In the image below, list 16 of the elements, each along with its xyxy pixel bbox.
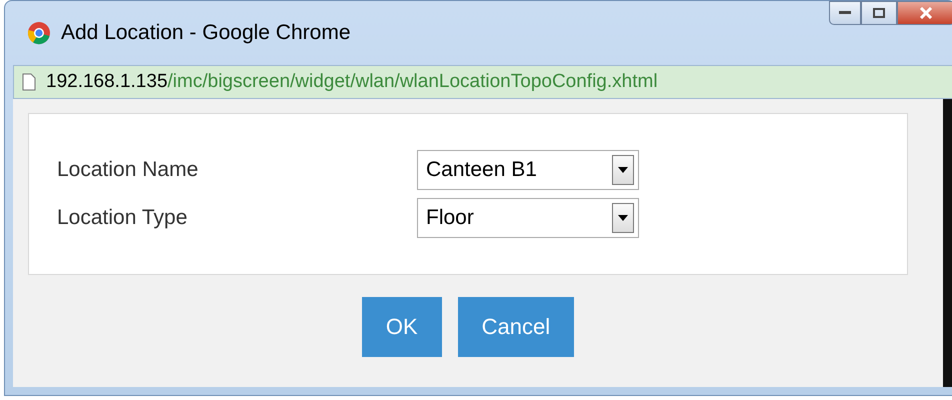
close-icon xyxy=(919,7,933,19)
maximize-icon xyxy=(873,8,885,18)
field-label: Location Name xyxy=(57,158,200,182)
maximize-button[interactable] xyxy=(861,1,897,25)
minimize-button[interactable] xyxy=(829,1,861,25)
window-title: Add Location - Google Chrome xyxy=(61,21,350,45)
caret-icon xyxy=(618,167,628,173)
dropdown-field[interactable]: Canteen B1 xyxy=(417,150,639,190)
browser-logo-icon xyxy=(27,21,51,45)
dropdown-field[interactable]: Floor xyxy=(417,198,639,238)
minimize-icon xyxy=(839,11,851,15)
close-button[interactable] xyxy=(897,1,952,25)
field-label: Location Type xyxy=(57,206,188,230)
page-icon xyxy=(22,73,36,91)
url-text: 192.168.1.135/imc/bigscreen/widget/wlan/wlanLocationTopoConfig.xhtml xyxy=(46,71,658,93)
caret-icon xyxy=(618,215,628,221)
